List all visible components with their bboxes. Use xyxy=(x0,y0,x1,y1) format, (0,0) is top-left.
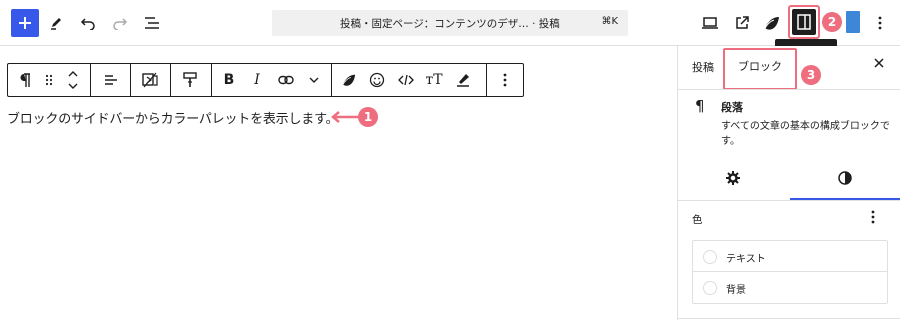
block-options-button[interactable] xyxy=(492,64,518,96)
paragraph-icon xyxy=(20,73,30,87)
toolbar-divider xyxy=(331,64,332,96)
color-item-text[interactable]: テキスト xyxy=(692,240,888,272)
annotation-badge-3: 3 xyxy=(801,65,821,85)
color-item-label: テキスト xyxy=(726,254,766,265)
code-icon xyxy=(398,74,414,86)
color-item-label: 背景 xyxy=(726,285,746,296)
block-tab-highlight-box xyxy=(723,48,797,90)
editor-top-bar: 投稿・固定ページ：コンテンツのデザ… · 投稿 ⌘K 2 xyxy=(0,0,900,46)
more-formats-button[interactable] xyxy=(302,64,326,96)
annotation-arrow xyxy=(331,111,359,123)
inline-code-button[interactable] xyxy=(393,64,419,96)
toolbar-divider xyxy=(211,64,212,96)
color-swatch xyxy=(703,281,717,295)
add-block-button[interactable] xyxy=(11,9,39,37)
list-view-icon xyxy=(145,17,159,29)
color-item-background[interactable]: 背景 xyxy=(692,272,888,304)
smiley-icon xyxy=(369,72,385,88)
image-slash-icon xyxy=(142,72,158,88)
styles-tab[interactable] xyxy=(838,171,852,185)
marker-icon xyxy=(457,74,469,87)
toolbar-divider xyxy=(486,64,487,96)
close-sidebar-button[interactable] xyxy=(874,58,884,68)
more-vertical-icon xyxy=(871,210,875,224)
command-shortcut: ⌘K xyxy=(601,16,618,27)
pencil-icon xyxy=(51,18,61,30)
toolbar-divider xyxy=(170,64,171,96)
paragraph-block-icon: ¶ xyxy=(695,97,705,115)
more-vertical-icon xyxy=(878,16,882,30)
plus-icon xyxy=(19,17,31,29)
plugin-format-button[interactable] xyxy=(336,64,362,96)
block-style-button[interactable] xyxy=(176,64,204,96)
chevron-up-down-icon xyxy=(68,71,78,89)
section-divider xyxy=(678,318,900,319)
toolbar-divider xyxy=(90,64,91,96)
bold-button[interactable]: B xyxy=(216,64,242,96)
block-card-title: 段落 xyxy=(721,101,743,114)
edit-mode-button[interactable] xyxy=(42,9,70,37)
color-section-title: 色 xyxy=(692,214,703,226)
drag-handle[interactable] xyxy=(40,64,58,96)
link-icon xyxy=(278,75,294,85)
emoji-button[interactable] xyxy=(364,64,390,96)
redo-button[interactable] xyxy=(106,9,134,37)
external-link-icon xyxy=(736,16,749,29)
link-button[interactable] xyxy=(273,64,299,96)
highlight-button[interactable] xyxy=(450,64,476,96)
undo-button[interactable] xyxy=(74,9,102,37)
leaf-plugin-icon xyxy=(763,17,779,31)
settings-sidebar: 投稿 ブロック 3 ¶ 段落 すべての文章の基本の構成ブロックです。 色 テキス… xyxy=(677,46,900,320)
command-title: 投稿・固定ページ：コンテンツのデザ… · 投稿 xyxy=(340,18,560,30)
half-circle-styles-icon xyxy=(838,171,852,185)
image-link-button[interactable] xyxy=(136,64,164,96)
gear-icon xyxy=(726,171,740,185)
color-options-button[interactable] xyxy=(871,210,875,224)
block-type-button[interactable] xyxy=(12,64,38,96)
plugin-button[interactable] xyxy=(758,9,786,37)
settings-tabs-divider xyxy=(678,200,900,201)
document-overview-button[interactable] xyxy=(138,9,166,37)
settings-highlight-box xyxy=(788,5,820,39)
toolbar-divider xyxy=(130,64,131,96)
tabs-divider xyxy=(678,89,900,90)
block-card-description: すべての文章の基本の構成ブロックです。 xyxy=(721,121,890,147)
desktop-icon xyxy=(702,17,718,29)
settings-tab[interactable] xyxy=(726,171,740,185)
view-post-button[interactable] xyxy=(728,9,756,37)
block-toolbar: B I ᴛT xyxy=(7,63,524,97)
undo-icon xyxy=(80,18,95,30)
command-palette-bar[interactable]: 投稿・固定ページ：コンテンツのデザ… · 投稿 ⌘K xyxy=(272,10,628,36)
paint-roller-icon xyxy=(183,72,197,87)
annotation-badge-2: 2 xyxy=(822,12,842,32)
align-text-button[interactable] xyxy=(96,64,124,96)
paragraph-block[interactable]: ブロックのサイドバーからカラーパレットを表示します。 xyxy=(7,108,339,127)
move-block-buttons[interactable] xyxy=(62,64,84,96)
options-menu-button[interactable] xyxy=(866,9,894,37)
color-swatch xyxy=(703,250,717,264)
drag-handle-icon xyxy=(45,74,53,86)
typography-button[interactable]: ᴛT xyxy=(421,64,447,96)
plugin-indicator xyxy=(846,11,860,33)
leaf-plugin-icon xyxy=(341,74,356,87)
active-tab-indicator xyxy=(790,198,900,200)
annotation-badge-1: 1 xyxy=(358,107,378,127)
preview-button[interactable] xyxy=(696,9,724,37)
redo-icon xyxy=(113,18,128,30)
tab-post[interactable]: 投稿 xyxy=(692,59,714,75)
chevron-down-icon xyxy=(309,77,319,83)
italic-button[interactable]: I xyxy=(244,64,270,96)
align-left-icon xyxy=(105,75,117,85)
more-vertical-icon xyxy=(503,73,507,87)
close-icon xyxy=(874,58,884,68)
